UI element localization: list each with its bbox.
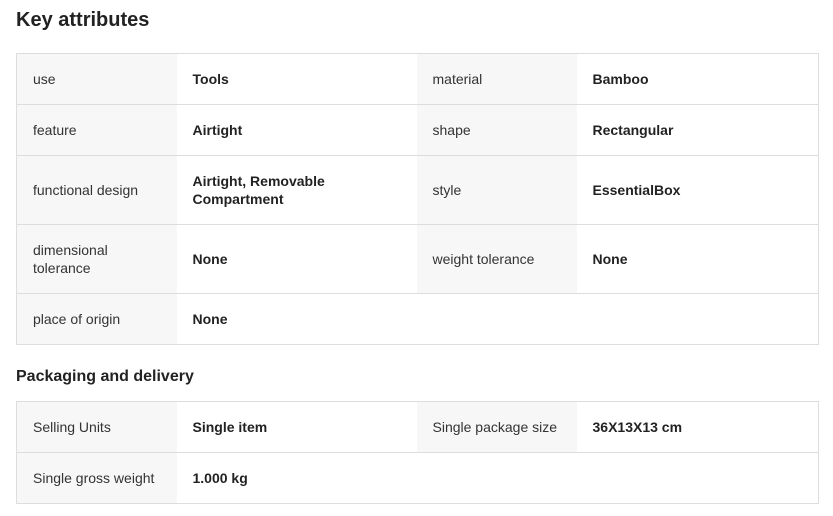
packaging-table: Selling Units Single item Single package…	[16, 401, 819, 504]
attribute-value: Tools	[176, 53, 417, 105]
attribute-value: None	[176, 224, 417, 294]
attribute-value: Airtight	[176, 104, 417, 156]
attribute-label: Single package size	[416, 401, 577, 453]
attribute-label: use	[16, 53, 177, 105]
attribute-value: Rectangular	[576, 104, 819, 156]
empty-cell	[416, 452, 819, 504]
attribute-label: shape	[416, 104, 577, 156]
attribute-value: None	[176, 293, 417, 345]
attribute-label: feature	[16, 104, 177, 156]
attribute-label: style	[416, 155, 577, 225]
attribute-value: Bamboo	[576, 53, 819, 105]
attribute-value: Airtight, Removable Compartment	[176, 155, 417, 225]
packaging-title: Packaging and delivery	[16, 368, 194, 385]
attribute-value: 36X13X13 cm	[576, 401, 819, 453]
table-row: place of origin None	[16, 293, 819, 345]
attribute-value: 1.000 kg	[176, 452, 417, 504]
table-row: Selling Units Single item Single package…	[16, 401, 819, 453]
attribute-value: Single item	[176, 401, 417, 453]
table-row: Single gross weight 1.000 kg	[16, 452, 819, 504]
attribute-value: None	[576, 224, 819, 294]
empty-cell	[416, 293, 819, 345]
attribute-value: EssentialBox	[576, 155, 819, 225]
attribute-label: dimensional tolerance	[16, 224, 177, 294]
attribute-label: place of origin	[16, 293, 177, 345]
table-row: dimensional tolerance None weight tolera…	[16, 224, 819, 294]
attribute-label: Selling Units	[16, 401, 177, 453]
table-row: functional design Airtight, Removable Co…	[16, 155, 819, 225]
attribute-label: functional design	[16, 155, 177, 225]
attribute-label: weight tolerance	[416, 224, 577, 294]
table-row: feature Airtight shape Rectangular	[16, 104, 819, 156]
table-row: use Tools material Bamboo	[16, 53, 819, 105]
key-attributes-table: use Tools material Bamboo feature Airtig…	[16, 53, 819, 345]
key-attributes-title: Key attributes	[16, 9, 150, 31]
attribute-label: material	[416, 53, 577, 105]
attribute-label: Single gross weight	[16, 452, 177, 504]
